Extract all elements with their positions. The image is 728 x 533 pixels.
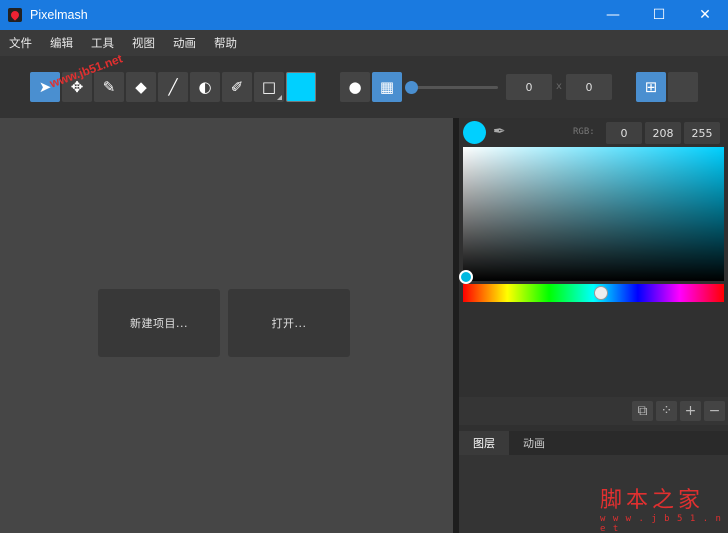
pencil-icon: ✎ [102,78,116,96]
brush-tool-button[interactable]: ✐ [222,72,252,102]
circle-icon: ● [348,78,362,96]
add-layer-button[interactable]: + [680,401,701,421]
remove-layer-button[interactable]: − [704,401,725,421]
fill-tool-button[interactable]: ◐ [190,72,220,102]
square-icon: □ [261,78,277,96]
saturation-value-handle[interactable] [459,270,473,284]
layout-toggle-button[interactable] [668,72,698,102]
tab-layers[interactable]: 图层 [459,431,509,455]
line-icon: ╱ [168,78,178,96]
brush-size-slider-knob[interactable] [405,81,418,94]
green-field[interactable]: 208 [645,122,681,144]
y-value-field[interactable]: 0 [566,74,612,100]
menu-help[interactable]: 帮助 [214,35,237,51]
hue-slider-knob[interactable] [594,286,608,300]
rgb-label: RGB: [573,127,595,137]
pencil-tool-button[interactable]: ✎ [94,72,124,102]
panel-tabs: 图层 动画 [459,431,728,455]
checker-brush-button[interactable]: ▦ [372,72,402,102]
grid-toggle-button[interactable]: ⊞ [636,72,666,102]
rectangle-tool-button[interactable]: □ [254,72,284,102]
saturation-value-picker[interactable] [463,147,724,281]
duplicate-layer-button[interactable]: ⧉ [632,401,653,421]
blue-field[interactable]: 255 [684,122,720,144]
merge-layer-button[interactable]: ⁘ [656,401,677,421]
circle-brush-button[interactable]: ● [340,72,370,102]
watermark-brand: 脚本之家 [600,488,705,513]
contrast-icon: ◐ [198,78,212,96]
current-color-swatch[interactable] [286,72,316,102]
menu-bar: 文件 编辑 工具 视图 动画 帮助 [0,30,728,56]
menu-animation[interactable]: 动画 [173,35,196,51]
menu-view[interactable]: 视图 [132,35,155,51]
maximize-button[interactable]: ☐ [636,0,682,30]
brush-size-slider-track[interactable] [412,86,498,89]
line-tool-button[interactable]: ╱ [158,72,188,102]
current-color-indicator [463,121,486,144]
eraser-tool-button[interactable]: ◆ [126,72,156,102]
tab-animation[interactable]: 动画 [509,431,559,455]
grid-icon: ⊞ [644,78,658,96]
menu-file[interactable]: 文件 [9,35,32,51]
brush-icon: ✐ [230,78,244,96]
checker-icon: ▦ [379,78,395,96]
close-button[interactable]: ✕ [682,0,728,30]
open-button[interactable]: 打开... [228,289,350,357]
menu-edit[interactable]: 编辑 [50,35,73,51]
x-value-field[interactable]: 0 [506,74,552,100]
menu-tools[interactable]: 工具 [91,35,114,51]
app-icon [8,8,22,22]
canvas-area [0,118,453,533]
title-bar: Pixelmash — ☐ ✕ [0,0,728,30]
eraser-icon: ◆ [135,78,147,96]
minimize-button[interactable]: — [590,0,636,30]
eyedropper-icon[interactable]: ✒ [493,122,513,142]
new-project-button[interactable]: 新建项目... [98,289,220,357]
watermark-url: w w w . j b 5 1 . n e t [600,514,722,533]
window-title: Pixelmash [30,8,88,22]
xy-separator: x [556,81,562,92]
red-field[interactable]: 0 [606,122,642,144]
